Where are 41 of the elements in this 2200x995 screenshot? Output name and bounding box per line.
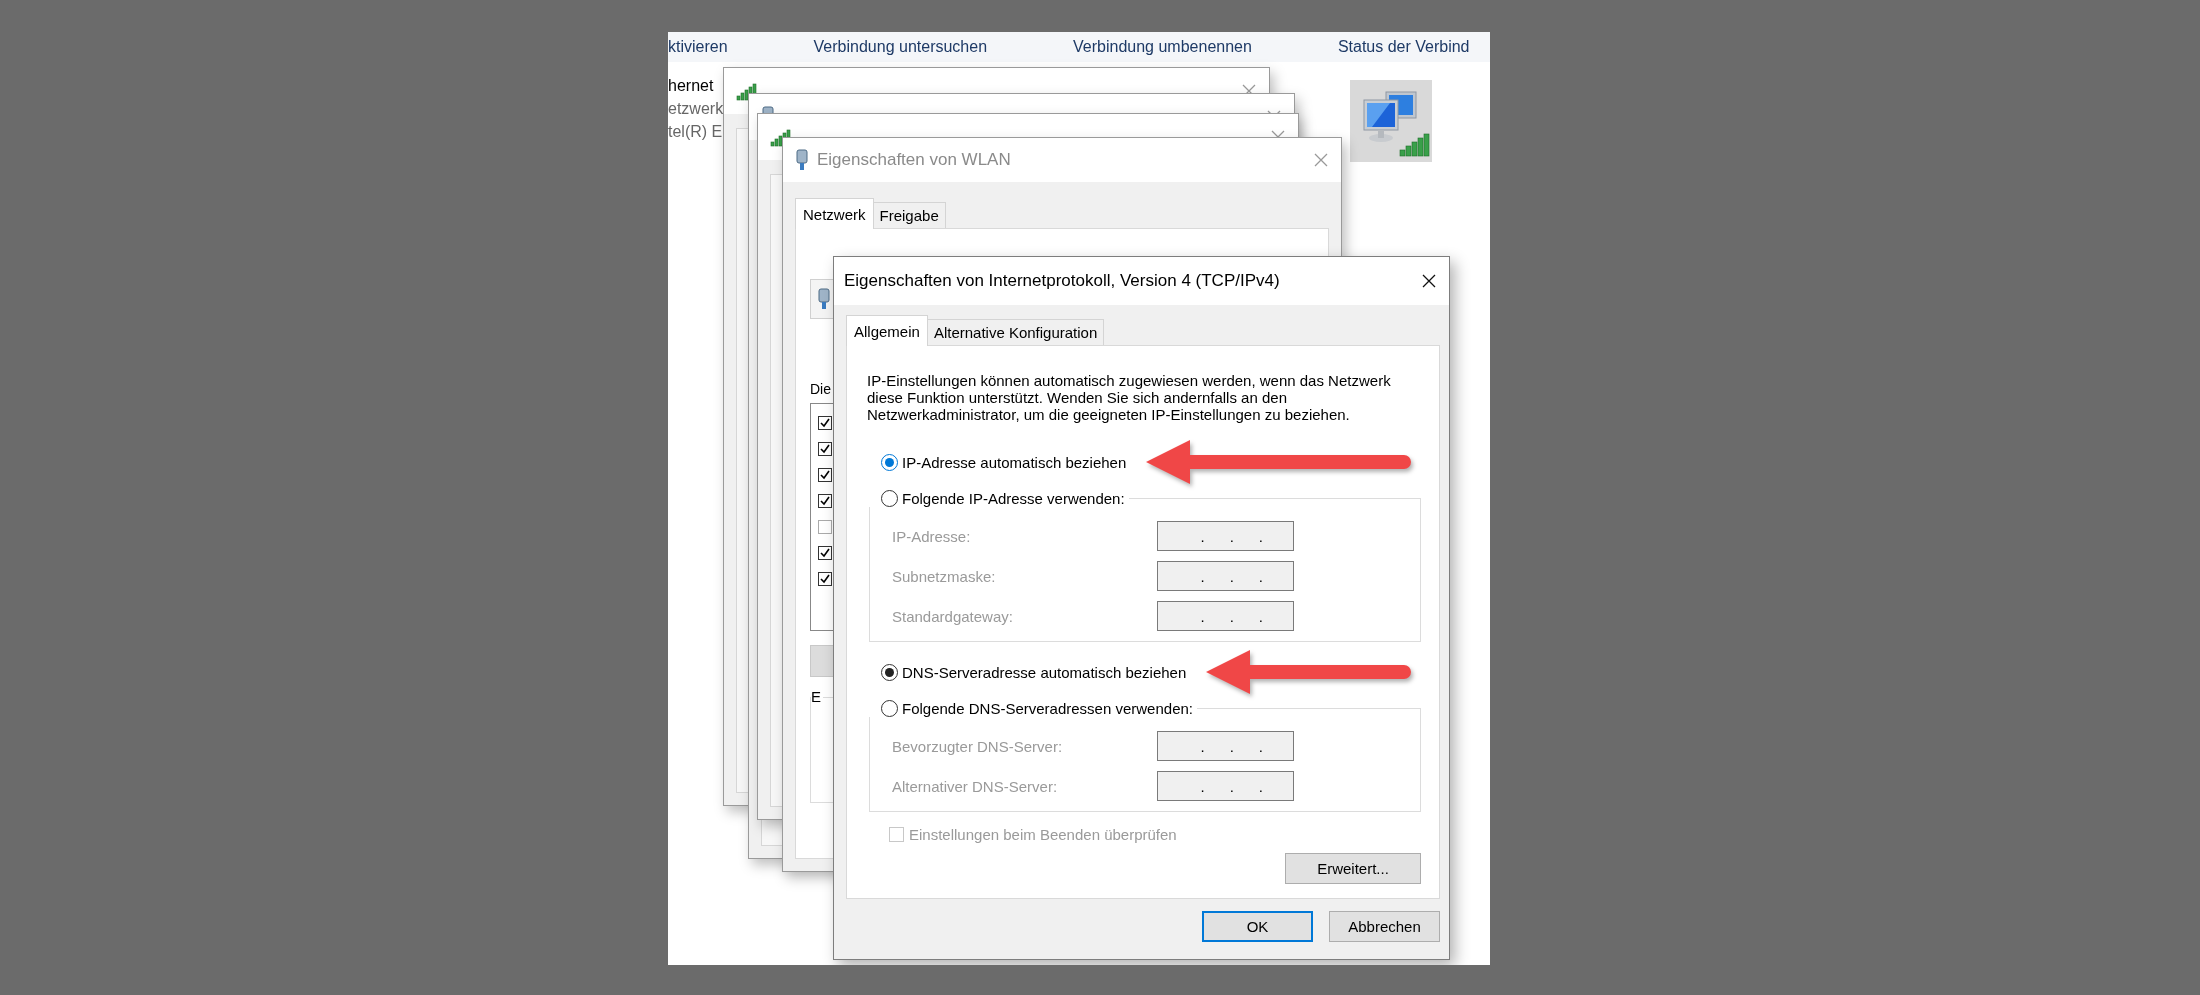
connection-detail: etzwerk <box>668 99 724 119</box>
radio-option[interactable]: Folgende DNS-Serveradressen verwenden: <box>867 699 1197 717</box>
network-adapter-icon <box>795 149 809 171</box>
checkbox[interactable] <box>818 468 832 482</box>
tab[interactable]: Allgemein <box>846 315 928 346</box>
connection-detail: tel(R) E <box>668 122 723 142</box>
tab[interactable]: Alternative Konfiguration <box>926 319 1105 345</box>
toolbar-item[interactable]: Status der Verbind <box>1337 38 1470 56</box>
close-icon[interactable] <box>1421 273 1437 289</box>
window-title: Eigenschaften von Internetprotokoll, Version 4 (TCP/IPv4) <box>844 271 1281 291</box>
network-adapter-icon <box>817 288 831 310</box>
checkbox[interactable] <box>818 416 832 430</box>
radio-button[interactable] <box>881 489 898 507</box>
field-label: Standardgateway: <box>892 607 1014 625</box>
toolbar-item[interactable]: Verbindung umbenennen <box>1073 38 1252 56</box>
dialog-button[interactable]: Abbrechen <box>1329 911 1440 942</box>
signal-icon <box>736 81 758 101</box>
tab[interactable]: Netzwerk <box>795 198 874 229</box>
tab[interactable]: Freigabe <box>872 202 946 228</box>
checkbox[interactable] <box>818 546 832 560</box>
checkbox[interactable] <box>818 520 832 534</box>
list-label: Die <box>810 381 831 397</box>
field-label: IP-Adresse: <box>892 527 972 545</box>
description-text: IP-Einstellungen können automatisch zugewiesen werden, wenn das Netzwerk diese Funktion unterstützt. Wenden Sie sich andernfalls an den Netzwerkadministrator, um die geeigneten IP-Einstellungen zu beziehen. <box>867 372 1392 423</box>
dialog-button[interactable]: OK <box>1202 911 1313 942</box>
radio-button[interactable] <box>881 663 898 681</box>
checkbox[interactable] <box>818 572 832 586</box>
toolbar-item[interactable]: ktivieren <box>668 38 728 56</box>
field-label: Bevorzugter DNS-Server: <box>892 737 1064 755</box>
toolbar-item[interactable]: Verbindung untersuchen <box>813 38 988 56</box>
checkbox[interactable] <box>818 494 832 508</box>
radio-option[interactable]: Folgende IP-Adresse verwenden: <box>867 489 1129 507</box>
checkbox[interactable] <box>818 442 832 456</box>
network-connection-icon <box>1350 80 1432 162</box>
radio-button[interactable] <box>881 699 898 717</box>
connection-name: hernet <box>668 76 714 96</box>
advanced-button[interactable]: Erweitert... <box>1285 853 1421 884</box>
window-title: Eigenschaften von WLAN <box>817 150 1012 170</box>
radio-button[interactable] <box>881 453 898 471</box>
field-label: Subnetzmaske: <box>892 567 997 585</box>
field-label: Alternativer DNS-Server: <box>892 777 1059 795</box>
